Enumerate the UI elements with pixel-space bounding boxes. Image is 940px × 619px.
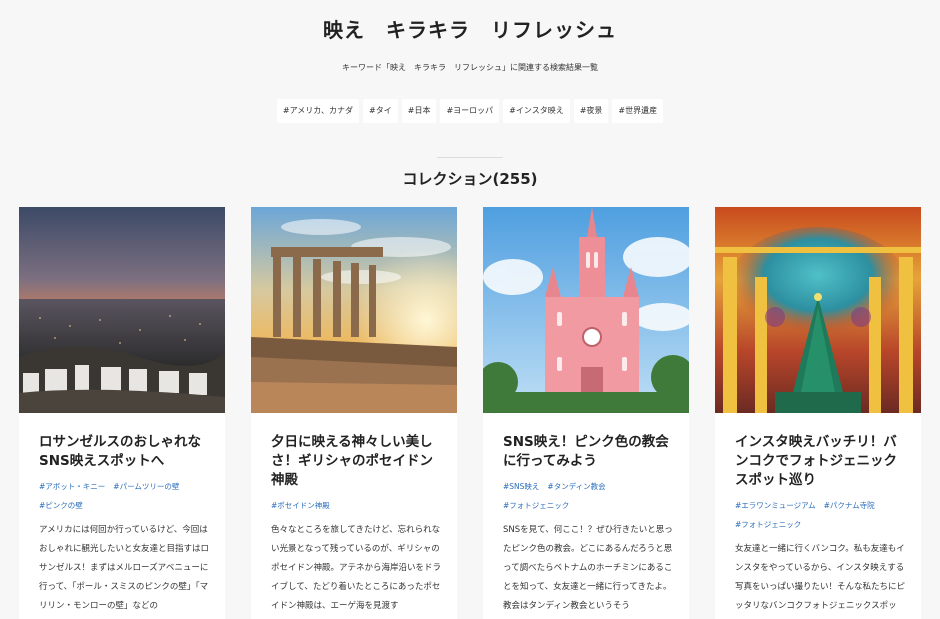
section-divider [437,157,503,158]
card-tag[interactable]: #ポセイドン神殿 [271,496,330,515]
card-tag[interactable]: #タンディン教会 [547,477,605,496]
tag-list: #アメリカ、カナダ #タイ #日本 #ヨーロッパ #インスタ映え #夜景 #世界… [0,99,940,123]
card-tag[interactable]: #フォトジェニック [503,496,569,515]
poseidon-temple-image [251,207,457,413]
card-tag-list: #ポセイドン神殿 [271,496,441,515]
card-tag-list: #アボット・キニー #パームツリーの壁 #ピンクの壁 [39,477,209,515]
collection-title: コレクション(255) [402,170,538,188]
card-tag-list: #SNS映え #タンディン教会 #フォトジェニック [503,477,673,515]
tag-america-canada[interactable]: #アメリカ、カナダ [276,99,360,123]
tag-night-view[interactable]: #夜景 [573,99,609,123]
card-title[interactable]: インスタ映えバッチリ！バンコクでフォトジェニックスポット巡り [735,433,905,490]
hollywood-hills-image[interactable] [19,207,225,413]
card-tag[interactable]: #SNS映え [503,477,539,496]
card-excerpt: SNSを見て、何ここ！？ぜひ行きたいと思ったピンク色の教会。どこにあるんだろうと… [503,525,673,611]
card-tag-list: #エラワンミュージアム #パクナム寺院 #フォトジェニック [735,496,905,534]
card-tag[interactable]: #フォトジェニック [735,515,801,534]
hollywood-hills-image [19,207,225,413]
tag-world-heritage[interactable]: #世界遺産 [612,99,664,123]
card-tag[interactable]: #パームツリーの壁 [113,477,179,496]
card-title[interactable]: SNS映え！ピンク色の教会に行ってみよう [503,433,673,471]
page-title: 映え キラキラ リフレッシュ [323,18,617,42]
tag-europe[interactable]: #ヨーロッパ [440,99,500,123]
collection-card[interactable]: 夕日に映える神々しい美しさ！ギリシャのポセイドン神殿 #ポセイドン神殿 色々なと… [251,207,457,619]
collection-card[interactable]: インスタ映えバッチリ！バンコクでフォトジェニックスポット巡り #エラワンミュージ… [715,207,921,619]
collection-card[interactable]: ロサンゼルスのおしゃれなSNS映えスポットへ #アボット・キニー #パームツリー… [19,207,225,619]
tag-thailand[interactable]: #タイ [363,99,398,123]
card-tag[interactable]: #ピンクの壁 [39,496,83,515]
card-excerpt: 色々なところを旅してきたけど、忘れられない光景となって残っているのが、ギリシャの… [271,525,442,611]
erawan-museum-image[interactable] [715,207,921,413]
tag-instagrammable[interactable]: #インスタ映え [503,99,570,123]
card-excerpt: 女友達と一緒に行くバンコク。私も友達もインスタをやっているから、インスタ映えする… [735,544,906,611]
card-excerpt: アメリカには何回か行っているけど、今回はおしゃれに観光したいと女友達と目指すはロ… [39,525,210,611]
card-tag[interactable]: #アボット・キニー [39,477,105,496]
collection-card[interactable]: SNS映え！ピンク色の教会に行ってみよう #SNS映え #タンディン教会 #フォ… [483,207,689,619]
card-tag[interactable]: #エラワンミュージアム [735,496,816,515]
card-title[interactable]: 夕日に映える神々しい美しさ！ギリシャのポセイドン神殿 [271,433,441,490]
card-grid: ロサンゼルスのおしゃれなSNS映えスポットへ #アボット・キニー #パームツリー… [19,207,921,619]
card-tag[interactable]: #パクナム寺院 [824,496,875,515]
poseidon-temple-image[interactable] [251,207,457,413]
card-title[interactable]: ロサンゼルスのおしゃれなSNS映えスポットへ [39,433,209,471]
pink-church-image [483,207,689,413]
erawan-museum-image [715,207,921,413]
tag-japan[interactable]: #日本 [401,99,437,123]
pink-church-image[interactable] [483,207,689,413]
page-subtitle: キーワード「映え キラキラ リフレッシュ」に関連する検索結果一覧 [342,63,598,72]
